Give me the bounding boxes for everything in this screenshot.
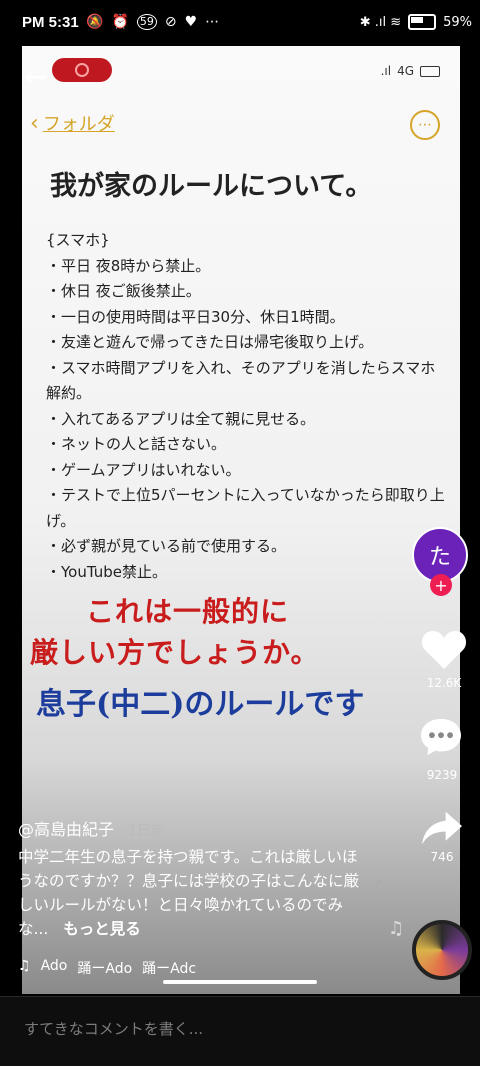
rule-line: ・ゲームアプリはいれない。 bbox=[46, 460, 241, 479]
rule-line: ・一日の使用時間は平日30分、休日1時間。 bbox=[46, 307, 345, 326]
music-item: 踊ーAdc bbox=[142, 961, 197, 977]
follow-plus-button[interactable]: + bbox=[430, 574, 452, 596]
rule-line: ・友達と遊んで帰ってきた日は帰宅後取り上げ。 bbox=[46, 333, 374, 351]
note-title: 我が家のルールについて。 bbox=[50, 171, 373, 202]
recording-indicator bbox=[52, 58, 112, 82]
author-line[interactable]: @高島由紀子 · 1日前 bbox=[18, 816, 165, 840]
status-left-icons: 🔕 ⏰ 59 ⊘ ♥ ⋯ bbox=[86, 14, 219, 30]
record-icon bbox=[75, 63, 89, 77]
rule-line: ・平日 夜8時から禁止。 bbox=[46, 256, 211, 275]
folder-label: フォルダ bbox=[42, 114, 115, 135]
overlay-text-line3: 息子(中二)のルールです bbox=[36, 687, 365, 722]
overlay-text-line2: 厳しい方でしょうか。 bbox=[30, 636, 320, 669]
rule-line: ・休日 夜ご飯後禁止。 bbox=[46, 282, 201, 300]
inner-signal-icon: .ıl bbox=[380, 64, 392, 78]
divider bbox=[0, 996, 480, 997]
music-item: 踊ーAdo bbox=[77, 961, 133, 977]
inner-network: 4G bbox=[397, 64, 414, 78]
status-bar: PM 5:31 🔕 ⏰ 59 ⊘ ♥ ⋯ ✱ .ıl ≋ 59% bbox=[0, 0, 480, 46]
floating-note-icon: ♪ bbox=[372, 876, 384, 897]
arrow-left-icon: ← bbox=[24, 60, 48, 93]
floating-note-icon: ♫ bbox=[388, 918, 405, 939]
music-disc[interactable] bbox=[412, 920, 472, 980]
chevron-left-icon: ‹ bbox=[30, 110, 39, 136]
rule-line: ・テストで上位5パーセントに入っていなかったら即取り上げ。 bbox=[46, 486, 445, 530]
more-options-icon: ⋯ bbox=[410, 110, 440, 140]
rule-line: {スマホ} bbox=[46, 231, 110, 249]
heart-status-icon: ♥ bbox=[184, 14, 198, 30]
battery-icon bbox=[408, 14, 437, 30]
rule-line: ・ネットの人と話さない。 bbox=[46, 435, 227, 453]
share-arrow-icon[interactable] bbox=[420, 808, 464, 848]
music-ticker[interactable]: ♫ Ado 踊ーAdo 踊ーAdc bbox=[18, 958, 196, 978]
badge-icon: 59 bbox=[136, 14, 157, 30]
block-icon: ⊘ bbox=[164, 14, 177, 30]
mute-icon: 🔕 bbox=[86, 14, 104, 30]
like-heart-icon[interactable] bbox=[420, 627, 468, 671]
status-right-icons: ✱ .ıl ≋ 59% bbox=[360, 14, 472, 30]
battery-level: 59% bbox=[443, 14, 472, 30]
alarm-icon: ⏰ bbox=[111, 14, 129, 30]
inner-status-bar: .ıl 4G bbox=[381, 64, 440, 78]
caption[interactable]: 中学二年生の息子を持つ親です。これは厳しいほうなのですか？？息子には学校の子はこ… bbox=[18, 845, 368, 941]
music-note-icon: ♫ bbox=[18, 958, 31, 974]
share-count: 746 bbox=[430, 850, 454, 864]
inner-battery-icon bbox=[420, 65, 440, 77]
comment-count: 9239 bbox=[426, 768, 458, 782]
overlay-text-line1: これは一般的に bbox=[86, 595, 290, 628]
music-item: Ado bbox=[40, 958, 68, 974]
rule-line: ・入れてあるアプリは全て親に見せる。 bbox=[46, 409, 316, 428]
see-more-link[interactable]: もっと見る bbox=[63, 920, 141, 938]
comment-input[interactable]: すてきなコメントを書く... bbox=[24, 1018, 203, 1039]
post-age: · 1日前 bbox=[119, 823, 165, 839]
home-indicator bbox=[163, 980, 317, 984]
status-time: PM 5:31 bbox=[22, 14, 79, 31]
more-status-icon: ⋯ bbox=[205, 14, 220, 30]
rule-line: ・スマホ時間アプリを入れ、そのアプリを消したらスマホ解約。 bbox=[46, 358, 436, 403]
rule-line: ・必ず親が見ている前で使用する。 bbox=[46, 537, 287, 555]
author-name[interactable]: @高島由紀子 bbox=[18, 820, 114, 839]
folder-link: ‹ フォルダ bbox=[30, 110, 115, 136]
rules-list: {スマホ} ・平日 夜8時から禁止。 ・休日 夜ご飯後禁止。 ・一日の使用時間は… bbox=[46, 228, 446, 585]
avatar-initial: た bbox=[428, 545, 451, 570]
comment-bubble-icon[interactable] bbox=[418, 717, 464, 757]
like-count: 12.6K bbox=[426, 676, 462, 690]
back-button[interactable]: ← bbox=[24, 60, 47, 93]
rule-line: ・YouTube禁止。 bbox=[46, 562, 167, 581]
signal-wifi-icons: ✱ .ıl ≋ bbox=[359, 14, 402, 30]
comment-bar[interactable]: すてきなコメントを書く... bbox=[0, 996, 480, 1066]
